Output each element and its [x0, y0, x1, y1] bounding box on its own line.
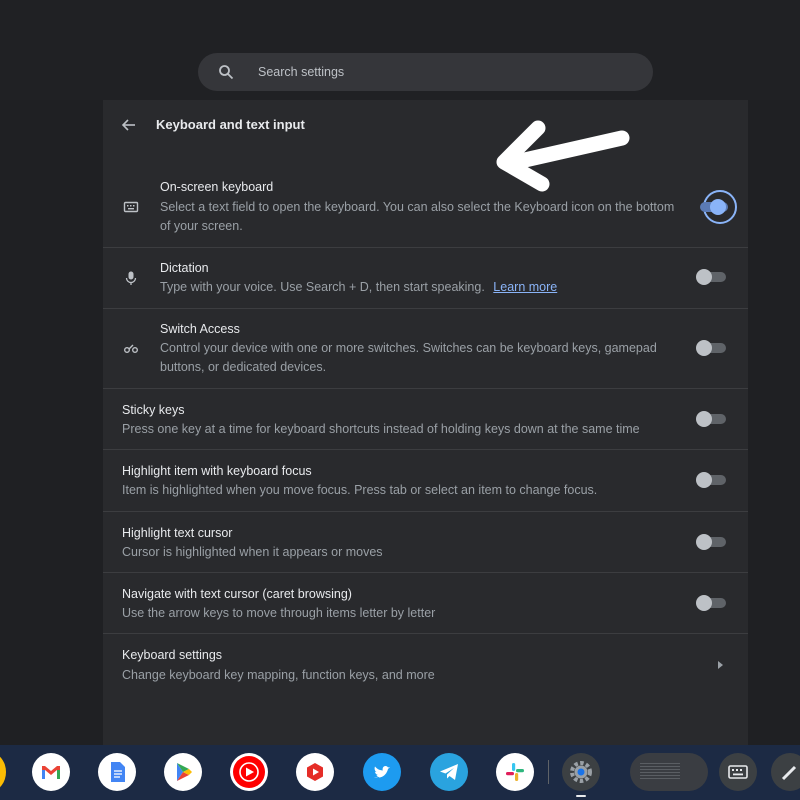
setting-dictation[interactable]: Dictation Type with your voice. Use Sear…	[103, 248, 748, 309]
youtube-music-icon[interactable]	[296, 753, 334, 791]
slack-icon[interactable]	[496, 753, 534, 791]
settings-icon[interactable]	[562, 753, 600, 791]
switch-access-icon	[124, 344, 138, 353]
on-screen-keyboard-button[interactable]	[719, 753, 757, 791]
top-bar: Search settings	[0, 0, 800, 100]
keyboard-icon	[123, 201, 139, 213]
gmail-icon[interactable]	[32, 753, 70, 791]
annotation-arrow-icon	[496, 120, 630, 192]
setting-title: On-screen keyboard	[160, 180, 274, 194]
highlight-text-cursor-toggle[interactable]	[696, 534, 726, 550]
twitter-icon[interactable]	[363, 753, 401, 791]
window-preview-thumbnail[interactable]	[630, 753, 708, 791]
setting-keyboard-settings[interactable]: Keyboard settings Change keyboard key ma…	[103, 634, 748, 696]
setting-description: Change keyboard key mapping, function ke…	[122, 668, 435, 682]
shelf-divider	[548, 760, 549, 784]
setting-description: Cursor is highlighted when it appears or…	[122, 545, 383, 559]
launcher-partial-icon[interactable]	[0, 753, 6, 791]
keyboard-shelf-icon	[728, 765, 748, 779]
search-box[interactable]: Search settings	[198, 53, 653, 91]
left-gutter	[0, 100, 103, 745]
page-header: Keyboard and text input	[103, 100, 748, 160]
telegram-icon[interactable]	[430, 753, 468, 791]
youtube-icon[interactable]	[230, 753, 268, 791]
setting-highlight-keyboard-focus[interactable]: Highlight item with keyboard focus Item …	[103, 450, 748, 512]
on-screen-keyboard-toggle[interactable]	[698, 199, 728, 215]
switch-access-toggle[interactable]	[696, 340, 726, 356]
settings-panel: Keyboard and text input On-screen keyboa…	[103, 100, 748, 745]
play-store-icon[interactable]	[164, 753, 202, 791]
search-icon	[219, 65, 234, 80]
setting-description: Use the arrow keys to move through items…	[122, 606, 436, 620]
setting-description: Control your device with one or more swi…	[160, 341, 657, 374]
active-app-indicator	[576, 795, 586, 797]
highlight-keyboard-focus-toggle[interactable]	[696, 472, 726, 488]
learn-more-link[interactable]: Learn more	[493, 280, 557, 294]
pen-icon	[781, 765, 797, 781]
dictation-toggle[interactable]	[696, 269, 726, 285]
setting-on-screen-keyboard[interactable]: On-screen keyboard Select a text field t…	[103, 170, 748, 248]
page-title: Keyboard and text input	[156, 117, 305, 132]
setting-title: Dictation	[160, 261, 209, 275]
setting-description: Select a text field to open the keyboard…	[160, 200, 675, 233]
setting-title: Sticky keys	[122, 403, 185, 417]
setting-sticky-keys[interactable]: Sticky keys Press one key at a time for …	[103, 389, 748, 450]
chevron-right-icon[interactable]	[717, 660, 725, 670]
right-gutter	[748, 100, 800, 745]
back-arrow-icon[interactable]	[121, 117, 137, 133]
caret-browsing-toggle[interactable]	[696, 595, 726, 611]
setting-switch-access[interactable]: Switch Access Control your device with o…	[103, 309, 748, 389]
sticky-keys-toggle[interactable]	[696, 411, 726, 427]
shelf	[0, 745, 800, 800]
google-docs-icon[interactable]	[98, 753, 136, 791]
setting-description: Type with your voice. Use Search + D, th…	[160, 278, 680, 297]
setting-title: Highlight item with keyboard focus	[122, 464, 312, 478]
setting-description: Press one key at a time for keyboard sho…	[122, 422, 640, 436]
search-input[interactable]: Search settings	[258, 53, 344, 91]
setting-title: Highlight text cursor	[122, 526, 233, 540]
dictation-description-text: Type with your voice. Use Search + D, th…	[160, 280, 485, 294]
setting-title: Navigate with text cursor (caret browsin…	[122, 587, 352, 601]
setting-description: Item is highlighted when you move focus.…	[122, 483, 598, 497]
stylus-tools-button[interactable]	[771, 753, 800, 791]
setting-title: Keyboard settings	[122, 648, 223, 662]
mic-icon	[125, 271, 137, 285]
setting-highlight-text-cursor[interactable]: Highlight text cursor Cursor is highligh…	[103, 512, 748, 573]
setting-caret-browsing[interactable]: Navigate with text cursor (caret browsin…	[103, 573, 748, 634]
setting-title: Switch Access	[160, 322, 240, 336]
